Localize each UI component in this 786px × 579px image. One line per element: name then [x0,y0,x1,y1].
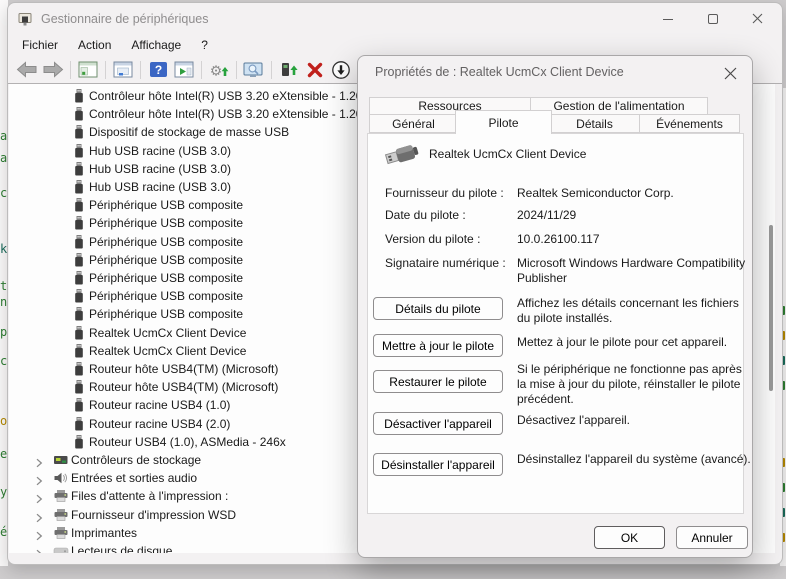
update-driver-device-icon[interactable] [276,58,302,82]
field-label: Version du pilote : [385,232,515,246]
tree-item-label: Routeur USB4 (1.0), ASMedia - 246x [89,433,286,451]
driver-action-description: Désinstallez l'appareil du système (avan… [517,452,753,467]
tree-item-label: Fournisseur d'impression WSD [71,506,236,524]
tree-item-label: Hub USB racine (USB 3.0) [89,160,231,178]
maximize-icon[interactable] [690,3,735,34]
properties-window-icon[interactable] [110,58,136,82]
usb-device-icon [384,140,422,173]
menu-item-fichier[interactable]: Fichier [12,36,68,54]
dialog-title: Propriétés de : Realtek UcmCx Client Dev… [375,65,624,79]
tree-item-label: Routeur racine USB4 (2.0) [89,415,230,433]
tree-item-label: Routeur hôte USB4(TM) (Microsoft) [89,360,278,378]
tree-item-label: Périphérique USB composite [89,196,243,214]
tree-item-label: Entrées et sorties audio [71,469,197,487]
driver-action-description: Si le périphérique ne fonctionne pas apr… [517,362,753,407]
menu-item-action[interactable]: Action [68,36,121,54]
driver-action-description: Désactivez l'appareil. [517,413,753,428]
tree-item-label: Imprimantes [71,524,137,542]
field-value: Realtek Semiconductor Corp. [517,186,749,201]
minimize-icon[interactable] [645,3,690,34]
field-label: Date du pilote : [385,208,515,222]
tab-pilote[interactable]: Pilote [455,110,552,134]
driver-action-button-1[interactable]: Mettre à jour le pilote [373,334,503,357]
driver-action-description: Affichez les détails concernant les fich… [517,296,753,326]
toolbar-separator [105,61,106,79]
menu-item-affichage[interactable]: Affichage [121,36,191,54]
titlebar[interactable]: Gestionnaire de périphériques [8,3,782,34]
uninstall-device-icon[interactable] [302,58,328,82]
tree-item-label: Routeur racine USB4 (1.0) [89,396,230,414]
tree-item-label: Routeur hôte USB4(TM) (Microsoft) [89,378,278,396]
tree-item-label: Contrôleurs de stockage [71,451,201,469]
toolbar-separator [70,61,71,79]
device-manager-app-icon [17,11,33,27]
toolbar-separator [236,61,237,79]
close-icon[interactable] [735,3,780,34]
field-label: Fournisseur du pilote : [385,186,515,200]
toolbar-separator [201,61,202,79]
cancel-button[interactable]: Annuler [676,526,748,549]
dialog-close-icon[interactable] [721,64,739,82]
scan-hardware-changes-icon[interactable] [241,58,267,82]
tree-item-label: Périphérique USB composite [89,233,243,251]
tree-item-label: Realtek UcmCx Client Device [89,342,246,360]
field-value: 10.0.26100.117 [517,232,749,247]
tree-item-label: Périphérique USB composite [89,214,243,232]
driver-action-button-4[interactable]: Désinstaller l'appareil [373,453,503,476]
tree-item-label: Dispositif de stockage de masse USB [89,123,289,141]
driver-action-button-0[interactable]: Détails du pilote [373,297,503,320]
tab-d-tails[interactable]: Détails [549,114,640,133]
window-controls [645,3,780,34]
svg-text:?: ? [154,63,161,77]
tab-g-n-ral[interactable]: Général [369,114,458,133]
field-value: Microsoft Windows Hardware Compatibility… [517,256,749,286]
toolbar-separator [271,61,272,79]
tree-item-label: Périphérique USB composite [89,287,243,305]
expander-chevron-icon[interactable] [34,546,44,553]
tree-item-label: Contrôleur hôte Intel(R) USB 3.20 eXtens… [89,105,370,123]
tab-gestion-de-l-alimentation[interactable]: Gestion de l'alimentation [530,97,708,115]
action-pane-icon[interactable] [171,58,197,82]
driver-action-description: Mettez à jour le pilote pour cet apparei… [517,335,753,350]
ok-button[interactable]: OK [594,526,665,549]
properties-dialog: Propriétés de : Realtek UcmCx Client Dev… [357,55,753,558]
tree-item-label: Contrôleur hôte Intel(R) USB 3.20 eXtens… [89,87,370,105]
menubar: FichierActionAffichage? [8,34,782,56]
tree-item-label: Files d'attente à l'impression : [71,487,228,505]
window-title: Gestionnaire de périphériques [41,12,208,26]
tree-item-label: Realtek UcmCx Client Device [89,324,246,342]
disk-icon [53,544,69,553]
tree-item-label: Hub USB racine (USB 3.0) [89,142,231,160]
toolbar-separator [140,61,141,79]
tree-item-label: Périphérique USB composite [89,251,243,269]
menu-item-aide[interactable]: ? [191,36,218,54]
field-value: 2024/11/29 [517,208,749,223]
console-tree-panel-icon[interactable] [75,58,101,82]
device-name: Realtek UcmCx Client Device [429,147,586,161]
disable-device-icon[interactable] [328,58,354,82]
tree-item-label: Périphérique USB composite [89,269,243,287]
driver-action-button-2[interactable]: Restaurer le pilote [373,370,503,393]
help-icon[interactable]: ? [145,58,171,82]
field-label: Signataire numérique : [385,256,515,270]
svg-text:⚙: ⚙ [210,62,223,78]
tab--v-nements[interactable]: Événements [639,114,740,133]
forward-icon[interactable] [40,58,66,82]
update-driver-gear-icon[interactable]: ⚙ [206,58,232,82]
tree-scrollbar-thumb[interactable] [769,225,773,391]
back-icon[interactable] [14,58,40,82]
tree-item-label: Périphérique USB composite [89,305,243,323]
tree-item-label: Lecteurs de disque [71,542,172,553]
tree-item-label: Hub USB racine (USB 3.0) [89,178,231,196]
driver-action-button-3[interactable]: Désactiver l'appareil [373,412,503,435]
